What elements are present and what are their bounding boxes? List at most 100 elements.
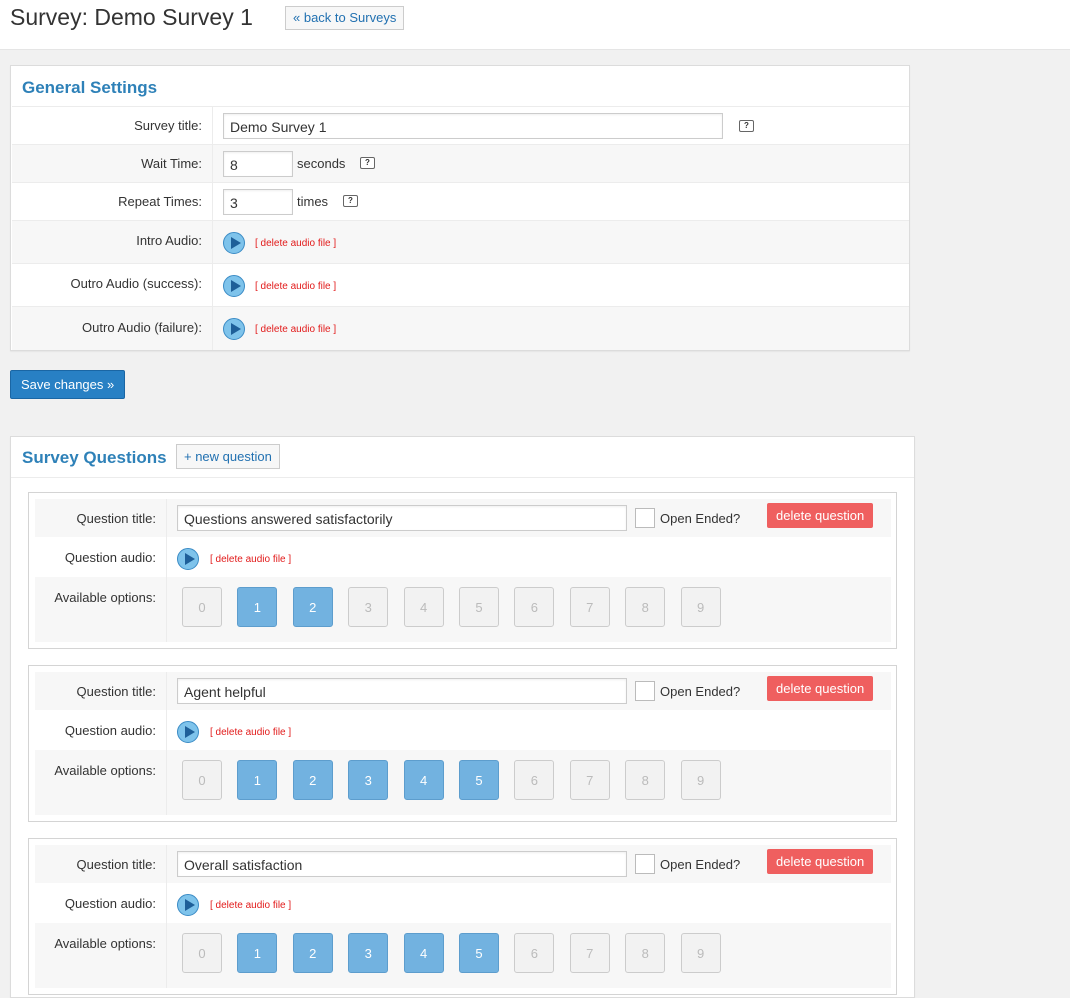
play-icon[interactable] (223, 318, 245, 340)
play-icon[interactable] (177, 721, 199, 743)
option-7-button[interactable]: 7 (569, 760, 610, 800)
question-audio-row: Question audio: [ delete audio file ] (35, 710, 891, 750)
option-8-button[interactable]: 8 (625, 933, 666, 973)
divider (166, 845, 167, 883)
new-question-button[interactable]: + new question (176, 444, 280, 469)
help-icon[interactable]: ? (739, 120, 754, 132)
question-audio-label: Question audio: (64, 896, 156, 911)
divider (166, 750, 167, 815)
option-7-button[interactable]: 7 (569, 587, 610, 627)
divider (212, 264, 213, 306)
play-icon[interactable] (223, 232, 245, 254)
delete-question-button[interactable]: delete question (767, 503, 874, 528)
question-audio-label: Question audio: (64, 723, 156, 738)
option-7-button[interactable]: 7 (569, 933, 610, 973)
option-0-button[interactable]: 0 (182, 933, 222, 973)
help-icon[interactable]: ? (360, 157, 375, 169)
option-6-button[interactable]: 6 (514, 587, 555, 627)
question-title-input[interactable]: Questions answered satisfactorily (177, 505, 627, 531)
back-to-surveys-button[interactable]: « back to Surveys (285, 6, 405, 30)
outro-success-row: Outro Audio (success): [ delete audio fi… (12, 263, 909, 306)
available-options-row: Available options: 0 1 2 3 4 5 6 7 8 9 (35, 577, 891, 642)
intro-audio-label: Intro Audio: (136, 233, 202, 248)
survey-title-label: Survey title: (134, 118, 202, 133)
play-icon[interactable] (223, 275, 245, 297)
option-3-button[interactable]: 3 (348, 587, 389, 627)
option-6-button[interactable]: 6 (514, 760, 555, 800)
option-8-button[interactable]: 8 (625, 760, 666, 800)
option-9-button[interactable]: 9 (680, 760, 721, 800)
delete-audio-link[interactable]: [ delete audio file ] (255, 238, 336, 249)
delete-audio-link[interactable]: [ delete audio file ] (255, 281, 336, 292)
option-8-button[interactable]: 8 (625, 587, 666, 627)
question-title-row: Question title: Agent helpful Open Ended? d… (35, 672, 891, 710)
open-ended-checkbox[interactable] (635, 508, 655, 528)
delete-question-button[interactable]: delete question (767, 676, 874, 701)
outro-success-label: Outro Audio (success): (70, 276, 203, 291)
question-title-label: Question title: (76, 511, 157, 526)
option-2-button[interactable]: 2 (292, 760, 333, 800)
question-title-row: Question title: Overall satisfaction Open … (35, 845, 891, 883)
option-4-button[interactable]: 4 (403, 933, 444, 973)
question-card: Question title: Questions answered satisf… (28, 492, 897, 649)
divider (212, 145, 213, 182)
outro-failure-label: Outro Audio (failure): (82, 320, 202, 335)
repeat-times-label: Repeat Times: (118, 194, 202, 209)
option-4-button[interactable]: 4 (403, 587, 444, 627)
divider (166, 710, 167, 750)
divider (166, 537, 167, 577)
option-5-button[interactable]: 5 (459, 760, 499, 800)
option-1-button[interactable]: 1 (237, 933, 278, 973)
save-changes-button[interactable]: Save changes » (10, 370, 126, 399)
option-2-button[interactable]: 2 (292, 587, 333, 627)
option-1-button[interactable]: 1 (237, 760, 278, 800)
question-title-input[interactable]: Agent helpful (177, 678, 627, 704)
divider (166, 923, 167, 988)
option-6-button[interactable]: 6 (514, 933, 555, 973)
delete-audio-link[interactable]: [ delete audio file ] (255, 324, 336, 335)
open-ended-checkbox[interactable] (635, 681, 655, 701)
option-9-button[interactable]: 9 (680, 933, 721, 973)
wait-time-input[interactable]: 8 (223, 151, 293, 177)
option-9-button[interactable]: 9 (680, 587, 721, 627)
divider (166, 577, 167, 642)
divider (212, 307, 213, 350)
survey-questions-title: Survey Questions (22, 448, 167, 467)
survey-questions-panel: Survey Questions + new question Question… (10, 436, 915, 998)
open-ended-label: Open Ended? (660, 684, 741, 699)
option-5-button[interactable]: 5 (459, 587, 499, 627)
available-options-label: Available options: (54, 763, 156, 778)
delete-audio-link[interactable]: [ delete audio file ] (210, 727, 291, 738)
divider (166, 499, 167, 537)
delete-question-button[interactable]: delete question (767, 849, 874, 874)
available-options-label: Available options: (54, 936, 156, 951)
survey-title-row: Survey title: Demo Survey 1 ? (12, 106, 909, 144)
question-title-label: Question title: (76, 684, 157, 699)
question-title-input[interactable]: Overall satisfaction (177, 851, 627, 877)
divider (11, 477, 914, 478)
option-3-button[interactable]: 3 (348, 760, 389, 800)
delete-audio-link[interactable]: [ delete audio file ] (210, 900, 291, 911)
divider (212, 221, 213, 263)
wait-time-row: Wait Time: 8 seconds ? (12, 144, 909, 182)
open-ended-checkbox[interactable] (635, 854, 655, 874)
general-settings-title: General Settings (22, 78, 158, 97)
survey-title-input[interactable]: Demo Survey 1 (223, 113, 723, 139)
option-5-button[interactable]: 5 (459, 933, 499, 973)
option-0-button[interactable]: 0 (182, 587, 222, 627)
help-icon[interactable]: ? (343, 195, 358, 207)
question-card: Question title: Overall satisfaction Open … (28, 838, 897, 995)
option-2-button[interactable]: 2 (292, 933, 333, 973)
option-3-button[interactable]: 3 (348, 933, 389, 973)
divider (166, 883, 167, 923)
play-icon[interactable] (177, 548, 199, 570)
repeat-times-input[interactable]: 3 (223, 189, 293, 215)
delete-audio-link[interactable]: [ delete audio file ] (210, 554, 291, 565)
play-icon[interactable] (177, 894, 199, 916)
option-4-button[interactable]: 4 (403, 760, 444, 800)
available-options-row: Available options: 0 1 2 3 4 5 6 7 8 9 (35, 923, 891, 988)
option-1-button[interactable]: 1 (237, 587, 278, 627)
question-title-label: Question title: (76, 857, 157, 872)
question-title-row: Question title: Questions answered satisf… (35, 499, 891, 537)
option-0-button[interactable]: 0 (182, 760, 222, 800)
